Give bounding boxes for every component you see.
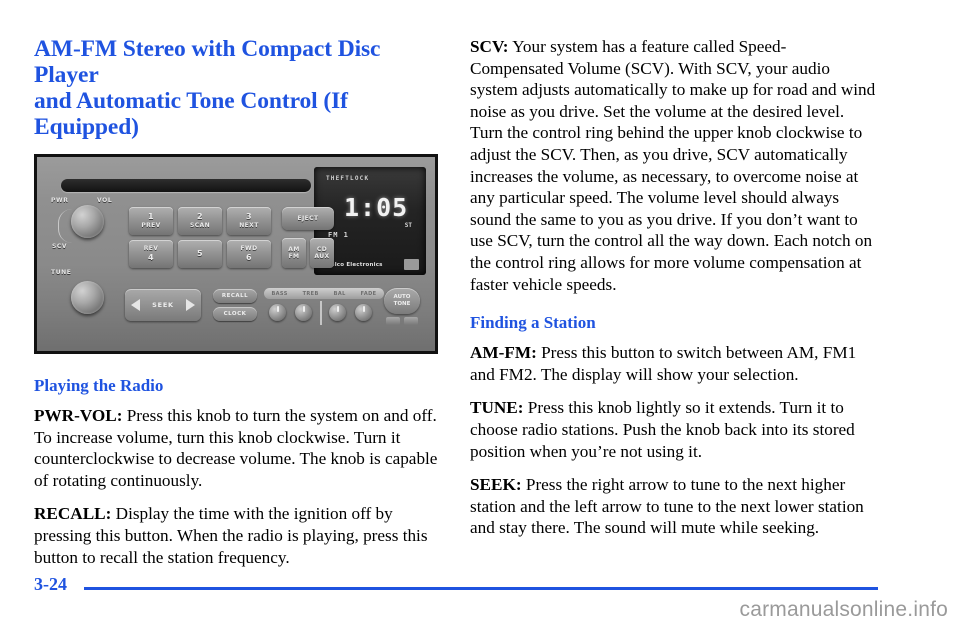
site-watermark: carmanualsonline.info bbox=[739, 598, 948, 621]
theftlock-indicator: THEFTLOCK bbox=[326, 175, 370, 182]
small-button-right bbox=[404, 317, 418, 325]
balance-knob bbox=[329, 304, 346, 321]
preset-2-number: 2 bbox=[197, 212, 203, 222]
preset-2-sub: SCAN bbox=[190, 222, 210, 230]
am-label: AM bbox=[288, 245, 300, 253]
paragraph-seek: SEEK: Press the right arrow to tune to t… bbox=[470, 474, 878, 539]
eject-button: EJECT bbox=[282, 207, 334, 230]
radio-faceplate-photo: THEFTLOCK 1:05 FM 1 ST Delco Electronics… bbox=[34, 154, 438, 354]
tune-label: TUNE bbox=[51, 269, 72, 276]
auto-tone-line2: TONE bbox=[393, 301, 411, 307]
seek-right-arrow-icon bbox=[185, 299, 195, 311]
tone-divider bbox=[320, 301, 322, 325]
preset-4-number: 4 bbox=[148, 252, 154, 262]
page-title-line2: and Automatic Tone Control (If Equipped) bbox=[34, 88, 348, 140]
page-title-line1: AM-FM Stereo with Compact Disc Player bbox=[34, 36, 381, 88]
page-footer: 3-24 carmanualsonline.info bbox=[0, 560, 960, 640]
small-button-left bbox=[386, 317, 400, 325]
preset-3-number: 3 bbox=[246, 212, 252, 222]
vol-label: VOL bbox=[97, 197, 113, 204]
page-title: AM-FM Stereo with Compact Disc Player an… bbox=[34, 36, 442, 140]
eject-label: EJECT bbox=[297, 214, 319, 222]
auto-tone-button: AUTO TONE bbox=[384, 288, 420, 314]
cd-logo-icon bbox=[404, 259, 419, 270]
fade-knob bbox=[355, 304, 372, 321]
auto-tone-line1: AUTO bbox=[393, 293, 411, 300]
paragraph-tune: TUNE: Press this knob lightly so it exte… bbox=[470, 397, 878, 462]
paragraph-am-fm: AM-FM: Press this button to switch betwe… bbox=[470, 342, 878, 385]
preset-button-1: 1 PREV bbox=[129, 207, 173, 235]
preset-1-sub: PREV bbox=[141, 222, 161, 230]
paragraph-tune-lead: TUNE: bbox=[470, 398, 524, 418]
paragraph-recall: RECALL: Display the time with the igniti… bbox=[34, 503, 442, 568]
aux-label: AUX bbox=[314, 253, 330, 260]
paragraph-pwr-vol: PWR-VOL: Press this knob to turn the sys… bbox=[34, 405, 442, 491]
preset-button-5: 5 bbox=[178, 240, 222, 268]
section-heading-playing-the-radio: Playing the Radio bbox=[34, 376, 164, 395]
paragraph-am-fm-lead: AM-FM: bbox=[470, 343, 537, 363]
left-column: AM-FM Stereo with Compact Disc Player an… bbox=[34, 36, 442, 568]
preset-button-6: FWD 6 bbox=[227, 240, 271, 268]
preset-5-number: 5 bbox=[197, 249, 203, 258]
power-volume-knob bbox=[71, 205, 104, 238]
tone-control-strip: BASS TREB BAL FADE bbox=[264, 288, 384, 299]
preset-1-number: 1 bbox=[148, 212, 154, 222]
cd-label: CD bbox=[316, 245, 328, 253]
right-column: SCV: Your system has a feature called Sp… bbox=[470, 36, 878, 539]
bass-knob bbox=[269, 304, 286, 321]
brand-label: Delco Electronics bbox=[326, 262, 383, 268]
clock-readout: 1:05 bbox=[344, 193, 409, 222]
balance-label: BAL bbox=[333, 290, 346, 297]
pwr-label: PWR bbox=[51, 197, 69, 204]
fm-label: FM bbox=[288, 253, 300, 260]
preset-4-sub: REV bbox=[143, 245, 159, 253]
preset-6-number: 6 bbox=[246, 252, 252, 262]
scv-label: SCV bbox=[52, 243, 68, 250]
preset-3-sub: NEXT bbox=[239, 222, 259, 230]
seek-button: SEEK bbox=[125, 289, 201, 321]
section-heading-finding-a-station: Finding a Station bbox=[470, 313, 596, 333]
preset-6-sub: FWD bbox=[240, 245, 258, 253]
seek-left-arrow-icon bbox=[131, 299, 141, 311]
paragraph-scv-lead: SCV: bbox=[470, 37, 509, 56]
clock-button: CLOCK bbox=[213, 307, 257, 321]
paragraph-pwr-vol-lead: PWR-VOL: bbox=[34, 406, 123, 425]
seek-label: SEEK bbox=[152, 301, 174, 309]
paragraph-scv: SCV: Your system has a feature called Sp… bbox=[470, 36, 878, 295]
fade-label: FADE bbox=[360, 290, 377, 297]
stereo-indicator: ST bbox=[404, 222, 412, 229]
tune-knob bbox=[71, 281, 104, 314]
manual-page: AM-FM Stereo with Compact Disc Player an… bbox=[0, 0, 960, 640]
paragraph-tune-text: Press this knob lightly so it extends. T… bbox=[470, 398, 855, 461]
paragraph-seek-text: Press the right arrow to tune to the nex… bbox=[470, 475, 864, 538]
cd-slot bbox=[61, 179, 311, 192]
faceplate-body: THEFTLOCK 1:05 FM 1 ST Delco Electronics… bbox=[37, 157, 435, 351]
treble-knob bbox=[295, 304, 312, 321]
preset-button-2: 2 SCAN bbox=[178, 207, 222, 235]
recall-button: RECALL bbox=[213, 289, 257, 303]
paragraph-scv-text: Your system has a feature called Speed-C… bbox=[470, 37, 876, 294]
paragraph-seek-lead: SEEK: bbox=[470, 475, 522, 495]
footer-rule bbox=[84, 587, 878, 590]
paragraph-recall-lead: RECALL: bbox=[34, 504, 112, 524]
page-number: 3-24 bbox=[34, 574, 67, 594]
treble-label: TREB bbox=[302, 290, 319, 297]
preset-button-3: 3 NEXT bbox=[227, 207, 271, 235]
cd-aux-button: CD AUX bbox=[310, 238, 334, 268]
am-fm-button: AM FM bbox=[282, 238, 306, 268]
preset-button-4: REV 4 bbox=[129, 240, 173, 268]
bass-label: BASS bbox=[271, 290, 288, 297]
